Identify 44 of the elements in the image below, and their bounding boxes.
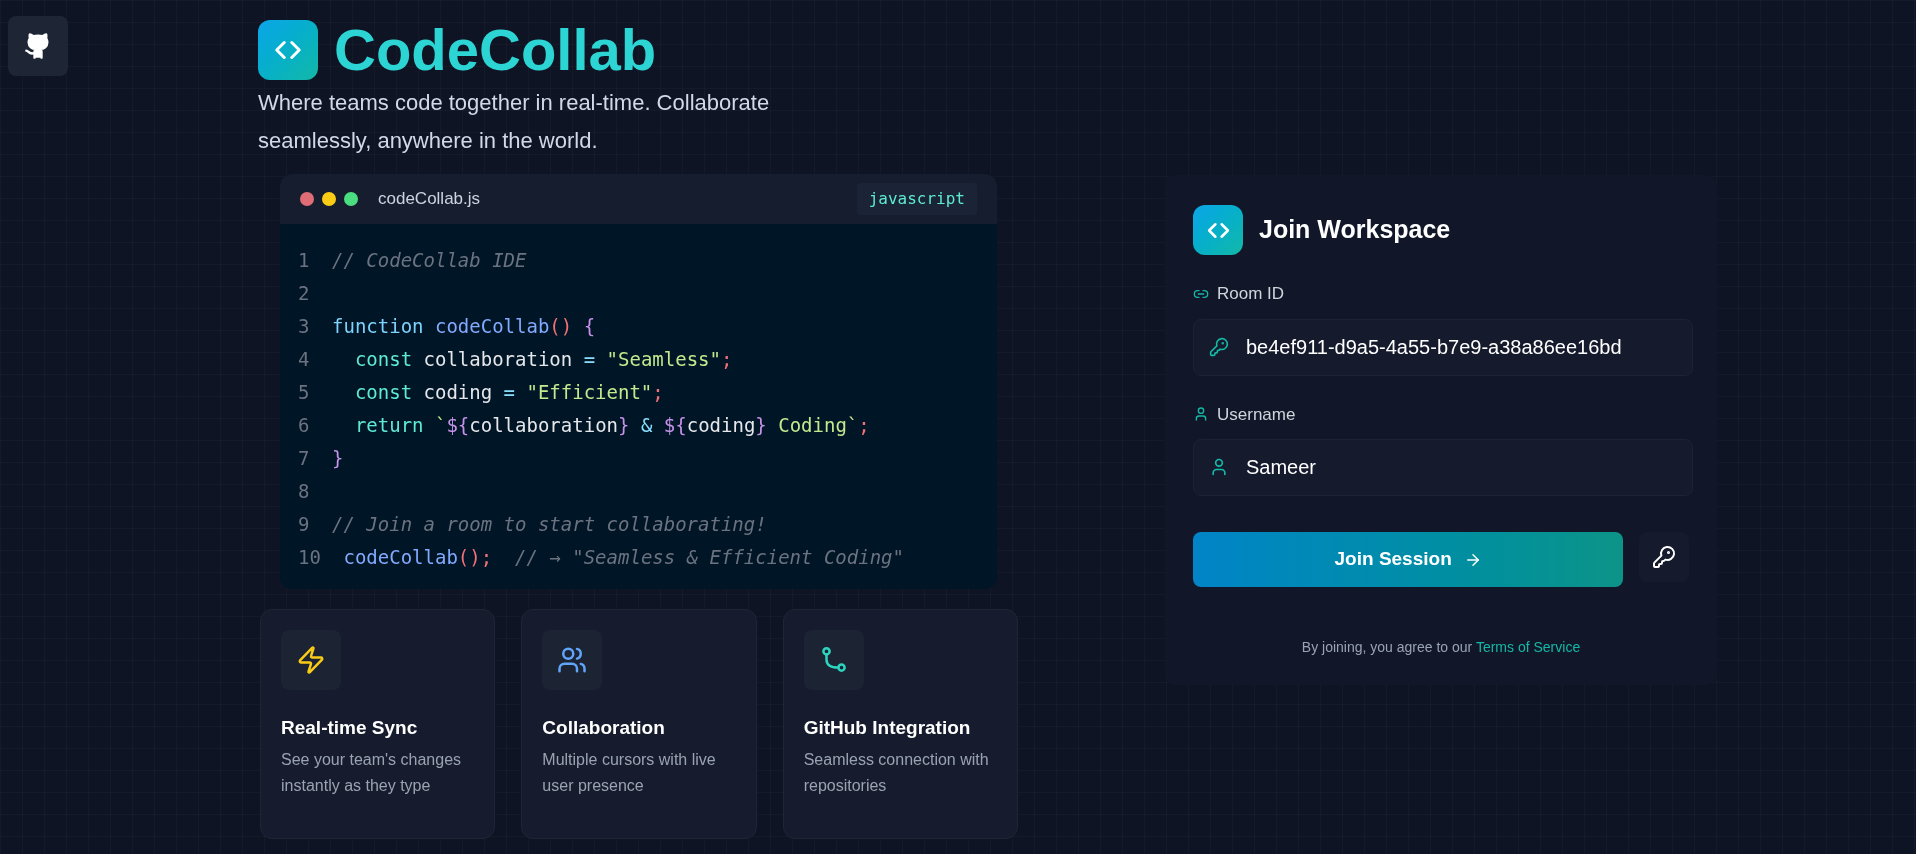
file-name: codeCollab.js <box>378 188 481 211</box>
field-label: Room ID <box>1217 283 1285 305</box>
language-tag: javascript <box>856 183 977 215</box>
line-number: 2 <box>298 281 311 307</box>
join-session-button[interactable]: Join Session <box>1193 532 1624 587</box>
line-number: 4 <box>298 347 311 373</box>
github-button[interactable] <box>8 16 68 76</box>
feature-description: See your team's changes instantly as they type <box>281 749 463 796</box>
feature-title: Real-time Sync <box>281 716 419 740</box>
code-line: return `${collaboration} & ${coding} Coding`; <box>353 413 870 439</box>
feature-title: Collaboration <box>542 716 666 740</box>
feature-description: Multiple cursors with live user presence <box>542 749 717 796</box>
key-icon <box>1652 545 1677 569</box>
user-icon <box>1209 457 1229 477</box>
key-button[interactable] <box>1639 532 1689 582</box>
workspace-icon <box>1193 205 1243 255</box>
app-title: CodeCollab <box>334 21 657 79</box>
line-number: 7 <box>298 446 311 472</box>
line-number: 1 <box>298 248 311 274</box>
code-line: function codeCollab() { <box>332 314 596 340</box>
logo-icon <box>258 20 318 80</box>
line-number: 8 <box>298 479 311 505</box>
line-number: 10 <box>298 545 322 571</box>
code-line: codeCollab(); // → "Seamless & Efficient Coding" <box>342 545 904 571</box>
panel-title: Join Workspace <box>1259 214 1451 246</box>
code-line: } <box>332 446 344 472</box>
feature-title: GitHub Integration <box>803 716 972 740</box>
key-icon <box>1209 336 1229 357</box>
terms-note: By joining, you agree to our Terms of Service <box>1300 638 1582 657</box>
code-line: const collaboration = "Seamless"; <box>353 347 733 373</box>
line-number: 9 <box>298 512 311 538</box>
code-line: // CodeCollab IDE <box>332 248 527 274</box>
user-icon <box>1193 406 1209 423</box>
field-label: Username <box>1217 403 1296 426</box>
input-field[interactable]: be4ef911-d9a5-4a55-b7e9-a38a86ee16bd <box>1193 318 1693 376</box>
line-number: 6 <box>298 413 311 439</box>
code-line: const coding = "Efficient"; <box>353 380 664 406</box>
feature-description: Seamless connection with repositories <box>803 749 990 796</box>
line-number: 5 <box>298 380 311 406</box>
input-field[interactable]: Sameer <box>1193 439 1693 496</box>
tagline: Where teams code together in real-time. Collaborate seamlessly, anywhere in the world. <box>258 89 771 155</box>
line-number: 3 <box>298 314 311 340</box>
code-line: // Join a room to start collaborating! <box>332 512 767 538</box>
terms-link[interactable]: Terms of Service <box>1475 639 1581 655</box>
